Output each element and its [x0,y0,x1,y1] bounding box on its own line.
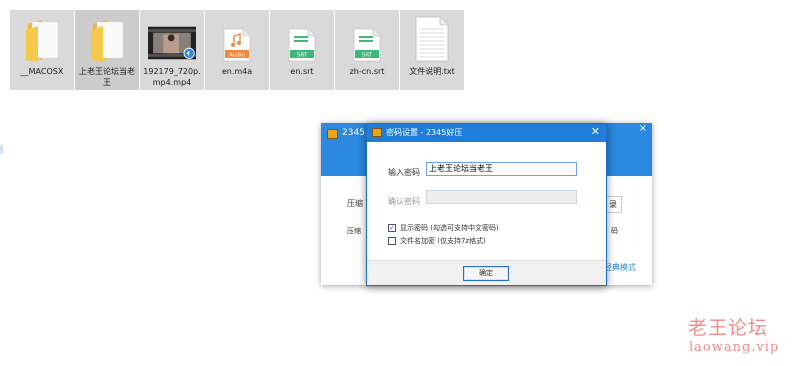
confirm-password-input[interactable] [426,190,577,204]
file-item-macosx[interactable]: __MACOSX [10,10,74,90]
encrypt-filenames-row[interactable]: 文件名加密 (仅支持7z格式) [388,236,486,246]
app-logo-icon [372,128,382,137]
password-settings-dialog: 密码设置 - 2345好压 ✕ 输入密码 上老王论坛当老王 确认密码 ✓ 显示密… [366,123,607,286]
dialog-titlebar: 密码设置 - 2345好压 ✕ [367,124,606,142]
left-edge-highlight [0,145,3,154]
enter-password-label: 输入密码 [388,168,420,177]
folder-icon [18,14,66,62]
text-file-icon [408,14,456,62]
watermark-url: laowang.vip [689,340,780,355]
srt-icon-label: SRT [362,53,373,59]
file-name: zh-cn.srt [349,67,385,76]
app-partial-text: 码 [611,227,618,235]
file-item-srt-en[interactable]: SRT en.srt [270,10,334,90]
app-title: 2345 [342,128,365,138]
app-close-icon[interactable]: × [639,124,647,134]
file-name: en.m4a [221,67,253,76]
watermark-title: 老王论坛 [688,317,769,339]
subtitle-file-icon: SRT [343,14,391,62]
audio-file-icon: Audio [213,14,261,62]
file-name: __MACOSX [20,67,64,76]
close-icon[interactable]: ✕ [591,126,600,138]
show-password-label: 显示密码 (勾选可支持中文密码) [400,224,499,232]
app-compress-label: 压缩 [347,199,363,208]
ok-button[interactable]: 确定 [463,266,509,281]
file-item-txt[interactable]: 文件说明.txt [400,10,464,90]
file-item-video[interactable]: 192179_720p.mp4.mp4 [140,10,204,90]
subtitle-file-icon: SRT [278,14,326,62]
file-item-folder[interactable]: 上老王论坛当老王 [75,10,139,90]
srt-icon-label: SRT [297,53,308,59]
classic-mode-link[interactable]: 经典模式 [604,262,636,273]
file-name: 文件说明.txt [409,67,455,76]
dialog-title: 密码设置 - 2345好压 [386,128,463,137]
file-grid: __MACOSX 上老王论坛当老王 192179_720p.mp4.mp4 Au… [10,10,464,90]
file-name: 192179_720p.mp4.mp4 [143,67,201,87]
enter-password-input[interactable]: 上老王论坛当老王 [426,162,577,176]
show-password-row[interactable]: ✓ 显示密码 (勾选可支持中文密码) [388,223,499,233]
dialog-footer: 确定 [367,260,606,285]
confirm-password-label: 确认密码 [388,197,420,206]
encrypt-filenames-checkbox[interactable] [388,237,396,245]
audio-icon-label: Audio [229,53,245,59]
folder-icon [83,14,131,62]
encrypt-filenames-label: 文件名加密 (仅支持7z格式) [400,237,486,245]
file-name: en.srt [290,67,314,76]
show-password-checkbox[interactable]: ✓ [388,224,396,232]
file-name: 上老王论坛当老王 [79,67,135,87]
file-item-srt-zh[interactable]: SRT zh-cn.srt [335,10,399,90]
app-compress-label-2: 压缩 [347,227,361,235]
file-item-audio[interactable]: Audio en.m4a [205,10,269,90]
app-logo-icon [327,129,338,139]
video-thumbnail-icon [148,14,196,62]
